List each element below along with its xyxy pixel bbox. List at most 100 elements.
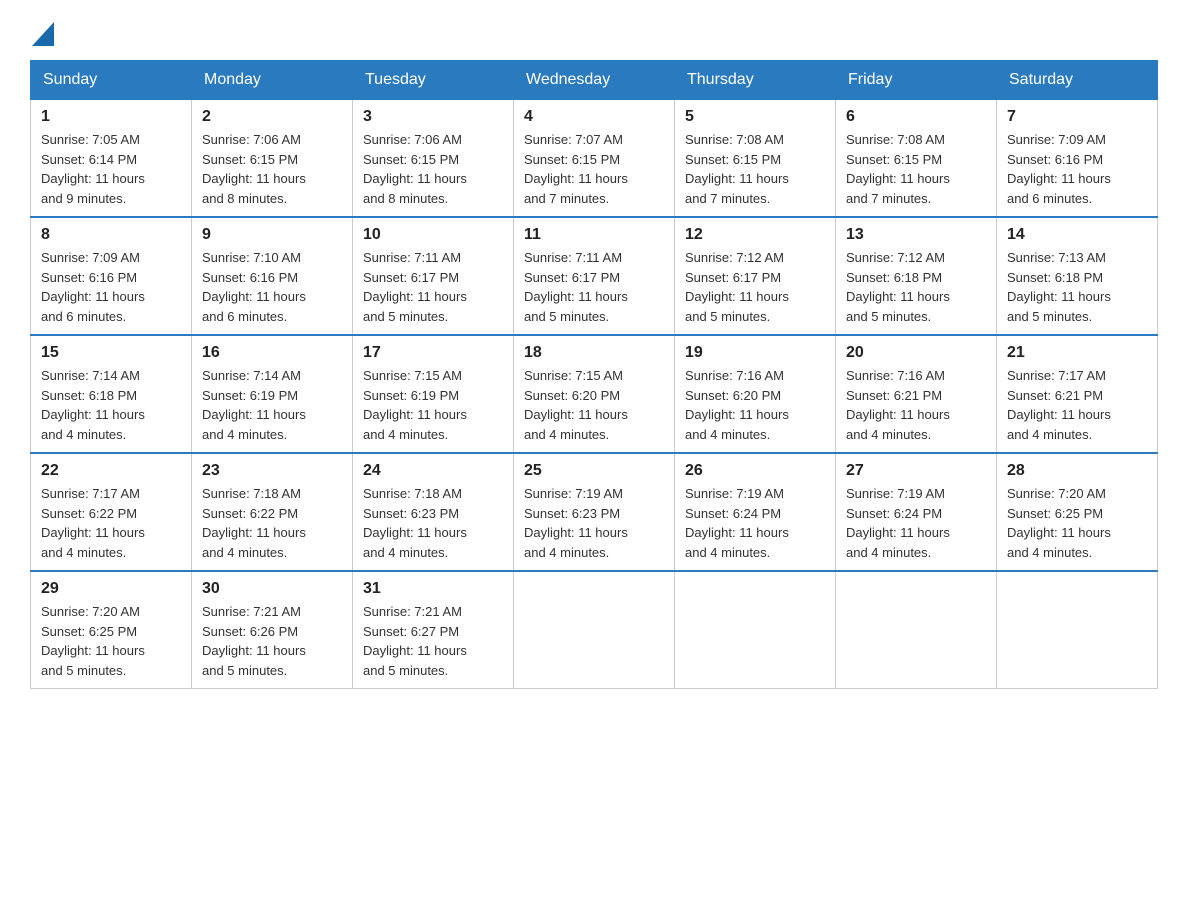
day-number: 4 [524,108,664,126]
day-info: Sunrise: 7:20 AM Sunset: 6:25 PM Dayligh… [1007,484,1147,562]
day-number: 10 [363,226,503,244]
calendar-cell: 25 Sunrise: 7:19 AM Sunset: 6:23 PM Dayl… [514,453,675,571]
calendar-cell: 18 Sunrise: 7:15 AM Sunset: 6:20 PM Dayl… [514,335,675,453]
calendar-cell: 22 Sunrise: 7:17 AM Sunset: 6:22 PM Dayl… [31,453,192,571]
header-saturday: Saturday [997,61,1158,100]
day-number: 22 [41,462,181,480]
calendar-table: SundayMondayTuesdayWednesdayThursdayFrid… [30,60,1158,689]
day-info: Sunrise: 7:19 AM Sunset: 6:24 PM Dayligh… [685,484,825,562]
day-info: Sunrise: 7:12 AM Sunset: 6:17 PM Dayligh… [685,248,825,326]
day-number: 21 [1007,344,1147,362]
calendar-cell: 26 Sunrise: 7:19 AM Sunset: 6:24 PM Dayl… [675,453,836,571]
calendar-cell: 14 Sunrise: 7:13 AM Sunset: 6:18 PM Dayl… [997,217,1158,335]
day-info: Sunrise: 7:17 AM Sunset: 6:21 PM Dayligh… [1007,366,1147,444]
day-info: Sunrise: 7:10 AM Sunset: 6:16 PM Dayligh… [202,248,342,326]
calendar-cell: 3 Sunrise: 7:06 AM Sunset: 6:15 PM Dayli… [353,100,514,218]
day-info: Sunrise: 7:19 AM Sunset: 6:23 PM Dayligh… [524,484,664,562]
day-info: Sunrise: 7:20 AM Sunset: 6:25 PM Dayligh… [41,602,181,680]
day-info: Sunrise: 7:11 AM Sunset: 6:17 PM Dayligh… [524,248,664,326]
day-number: 26 [685,462,825,480]
calendar-cell: 10 Sunrise: 7:11 AM Sunset: 6:17 PM Dayl… [353,217,514,335]
day-info: Sunrise: 7:08 AM Sunset: 6:15 PM Dayligh… [685,130,825,208]
calendar-cell: 17 Sunrise: 7:15 AM Sunset: 6:19 PM Dayl… [353,335,514,453]
day-info: Sunrise: 7:05 AM Sunset: 6:14 PM Dayligh… [41,130,181,208]
calendar-cell: 24 Sunrise: 7:18 AM Sunset: 6:23 PM Dayl… [353,453,514,571]
day-number: 7 [1007,108,1147,126]
day-info: Sunrise: 7:11 AM Sunset: 6:17 PM Dayligh… [363,248,503,326]
day-number: 8 [41,226,181,244]
calendar-cell: 23 Sunrise: 7:18 AM Sunset: 6:22 PM Dayl… [192,453,353,571]
header-thursday: Thursday [675,61,836,100]
header-tuesday: Tuesday [353,61,514,100]
day-info: Sunrise: 7:07 AM Sunset: 6:15 PM Dayligh… [524,130,664,208]
day-number: 12 [685,226,825,244]
day-number: 1 [41,108,181,126]
day-info: Sunrise: 7:16 AM Sunset: 6:21 PM Dayligh… [846,366,986,444]
day-info: Sunrise: 7:18 AM Sunset: 6:22 PM Dayligh… [202,484,342,562]
calendar-cell: 6 Sunrise: 7:08 AM Sunset: 6:15 PM Dayli… [836,100,997,218]
calendar-cell: 12 Sunrise: 7:12 AM Sunset: 6:17 PM Dayl… [675,217,836,335]
day-info: Sunrise: 7:17 AM Sunset: 6:22 PM Dayligh… [41,484,181,562]
day-number: 16 [202,344,342,362]
calendar-cell: 16 Sunrise: 7:14 AM Sunset: 6:19 PM Dayl… [192,335,353,453]
day-info: Sunrise: 7:06 AM Sunset: 6:15 PM Dayligh… [202,130,342,208]
day-info: Sunrise: 7:13 AM Sunset: 6:18 PM Dayligh… [1007,248,1147,326]
day-info: Sunrise: 7:12 AM Sunset: 6:18 PM Dayligh… [846,248,986,326]
calendar-cell [675,571,836,689]
header-wednesday: Wednesday [514,61,675,100]
week-row-5: 29 Sunrise: 7:20 AM Sunset: 6:25 PM Dayl… [31,571,1158,689]
calendar-cell: 20 Sunrise: 7:16 AM Sunset: 6:21 PM Dayl… [836,335,997,453]
day-number: 6 [846,108,986,126]
calendar-cell: 27 Sunrise: 7:19 AM Sunset: 6:24 PM Dayl… [836,453,997,571]
week-row-4: 22 Sunrise: 7:17 AM Sunset: 6:22 PM Dayl… [31,453,1158,571]
calendar-cell: 19 Sunrise: 7:16 AM Sunset: 6:20 PM Dayl… [675,335,836,453]
day-number: 11 [524,226,664,244]
day-number: 25 [524,462,664,480]
day-number: 13 [846,226,986,244]
header-sunday: Sunday [31,61,192,100]
day-info: Sunrise: 7:09 AM Sunset: 6:16 PM Dayligh… [1007,130,1147,208]
calendar-cell [514,571,675,689]
day-number: 20 [846,344,986,362]
day-number: 24 [363,462,503,480]
day-info: Sunrise: 7:14 AM Sunset: 6:18 PM Dayligh… [41,366,181,444]
day-info: Sunrise: 7:09 AM Sunset: 6:16 PM Dayligh… [41,248,181,326]
day-info: Sunrise: 7:15 AM Sunset: 6:19 PM Dayligh… [363,366,503,444]
day-number: 23 [202,462,342,480]
calendar-cell: 9 Sunrise: 7:10 AM Sunset: 6:16 PM Dayli… [192,217,353,335]
calendar-cell: 7 Sunrise: 7:09 AM Sunset: 6:16 PM Dayli… [997,100,1158,218]
day-number: 31 [363,580,503,598]
day-number: 18 [524,344,664,362]
calendar-cell: 5 Sunrise: 7:08 AM Sunset: 6:15 PM Dayli… [675,100,836,218]
calendar-cell: 28 Sunrise: 7:20 AM Sunset: 6:25 PM Dayl… [997,453,1158,571]
day-number: 30 [202,580,342,598]
day-info: Sunrise: 7:14 AM Sunset: 6:19 PM Dayligh… [202,366,342,444]
day-number: 28 [1007,462,1147,480]
day-info: Sunrise: 7:21 AM Sunset: 6:26 PM Dayligh… [202,602,342,680]
week-row-2: 8 Sunrise: 7:09 AM Sunset: 6:16 PM Dayli… [31,217,1158,335]
calendar-cell: 31 Sunrise: 7:21 AM Sunset: 6:27 PM Dayl… [353,571,514,689]
day-number: 27 [846,462,986,480]
header-friday: Friday [836,61,997,100]
day-number: 9 [202,226,342,244]
day-info: Sunrise: 7:06 AM Sunset: 6:15 PM Dayligh… [363,130,503,208]
calendar-cell: 8 Sunrise: 7:09 AM Sunset: 6:16 PM Dayli… [31,217,192,335]
calendar-cell: 13 Sunrise: 7:12 AM Sunset: 6:18 PM Dayl… [836,217,997,335]
calendar-cell: 1 Sunrise: 7:05 AM Sunset: 6:14 PM Dayli… [31,100,192,218]
calendar-cell: 21 Sunrise: 7:17 AM Sunset: 6:21 PM Dayl… [997,335,1158,453]
logo-arrow-icon [32,18,54,46]
calendar-cell: 30 Sunrise: 7:21 AM Sunset: 6:26 PM Dayl… [192,571,353,689]
calendar-cell: 29 Sunrise: 7:20 AM Sunset: 6:25 PM Dayl… [31,571,192,689]
day-number: 2 [202,108,342,126]
calendar-cell: 15 Sunrise: 7:14 AM Sunset: 6:18 PM Dayl… [31,335,192,453]
calendar-cell [836,571,997,689]
week-row-3: 15 Sunrise: 7:14 AM Sunset: 6:18 PM Dayl… [31,335,1158,453]
day-info: Sunrise: 7:16 AM Sunset: 6:20 PM Dayligh… [685,366,825,444]
calendar-cell: 2 Sunrise: 7:06 AM Sunset: 6:15 PM Dayli… [192,100,353,218]
day-number: 19 [685,344,825,362]
day-info: Sunrise: 7:08 AM Sunset: 6:15 PM Dayligh… [846,130,986,208]
calendar-cell [997,571,1158,689]
day-info: Sunrise: 7:18 AM Sunset: 6:23 PM Dayligh… [363,484,503,562]
day-number: 15 [41,344,181,362]
day-info: Sunrise: 7:19 AM Sunset: 6:24 PM Dayligh… [846,484,986,562]
